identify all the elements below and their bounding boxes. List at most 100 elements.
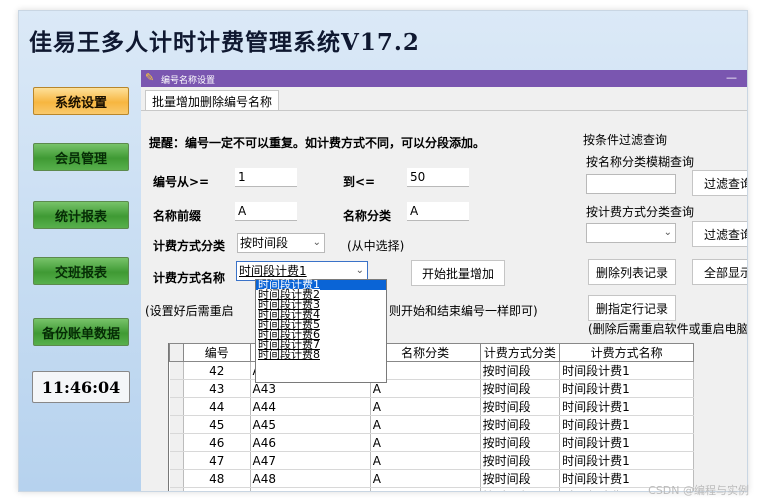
reminder-text: 提醒：编号一定不可以重复。如计费方式不同，可以分段添加。 [149,136,486,150]
table-row[interactable]: 43 A43 A 按时间段 时间段计费1 [169,379,694,398]
dialog-title: 编号名称设置 [161,76,216,86]
chevron-down-icon: ⌄ [663,227,672,238]
cell-billing-mode[interactable]: 按时间段 [480,451,561,470]
filter-query-button-2[interactable]: 过滤查询 [692,221,747,247]
cell-billing-name[interactable]: 时间段计费1 [559,361,694,380]
cell-name[interactable]: A44 [250,397,371,416]
cell-billing-mode[interactable]: 按时间段 [480,469,561,488]
cell-number[interactable]: 47 [183,451,251,470]
from-number-input[interactable]: 1 [235,168,297,187]
name-category-input[interactable]: A [407,202,469,221]
table-row[interactable]: 44 A44 A 按时间段 时间段计费1 [169,397,694,416]
sidebar-item-shift-report[interactable]: 交班报表 [33,257,129,285]
row-header[interactable] [169,487,184,491]
row-header-corner [169,343,184,362]
cell-number[interactable]: 42 [183,361,251,380]
billing-mode-label: 计费方式分类 [153,239,226,253]
cell-billing-name[interactable]: 时间段计费1 [559,415,694,434]
cell-billing-name[interactable]: 时间段计费1 [559,379,694,398]
cell-number[interactable]: 45 [183,415,251,434]
cell-name[interactable]: A47 [250,451,371,470]
cell-name[interactable]: A46 [250,433,371,452]
cell-billing-name[interactable]: 时间段计费1 [559,451,694,470]
row-header[interactable] [169,361,184,380]
watermark: CSDN @编程与实例 [648,484,749,497]
delete-list-records-button[interactable]: 删除列表记录 [588,259,676,285]
show-all-button[interactable]: 全部显示 [692,259,747,285]
app-icon: ✎ [145,71,155,84]
row-header[interactable] [169,379,184,398]
table-row[interactable]: 48 A48 A 按时间段 时间段计费1 [169,469,694,488]
chevron-down-icon: ⌄ [355,265,364,276]
table-row[interactable]: 42A42A按时间段时间段计费1 [169,361,694,380]
chevron-down-icon: ⌄ [312,237,321,248]
row-header[interactable] [169,415,184,434]
column-header-number[interactable]: 编号 [182,343,251,362]
billing-mode-hint: (从中选择) [347,239,405,253]
cell-number[interactable]: 43 [183,379,251,398]
table-row[interactable]: 46 A46 A 按时间段 时间段计费1 [169,433,694,452]
dropdown-option[interactable]: 时间段计费8 [256,349,386,360]
row-header[interactable] [169,433,184,452]
billing-name-dropdown-list[interactable]: 时间段计费1 时间段计费2 时间段计费3 时间段计费4 时间段计费5 时间段计费6 时间段计… [255,279,387,383]
category-filter-input[interactable] [586,174,676,194]
minimize-button[interactable]: — [726,71,737,84]
table-row[interactable]: 49A49A按时间段时间段计费1 [169,487,694,491]
start-batch-add-button[interactable]: 开始批量增加 [411,260,505,286]
restart-note: (删除后需重启软件或重启电脑 [588,322,747,336]
number-name-table[interactable]: 编号 名称 名称分类 计费方式分类 计费方式名称 42A42A按时间段时间段计费… [168,343,694,491]
table-header-row: 编号 名称 名称分类 计费方式分类 计费方式名称 [169,343,694,362]
cell-name[interactable]: A48 [250,469,371,488]
prefix-label: 名称前缀 [153,209,202,223]
to-number-input[interactable]: 50 [407,168,469,187]
filter-by-category-label: 按名称分类模糊查询 [586,155,695,169]
filter-query-button-1[interactable]: 过滤查询 [692,170,747,196]
billing-mode-filter-select[interactable]: ⌄ [586,223,676,243]
sidebar-item-backup-bills[interactable]: 备份账单数据 [33,318,129,346]
cell-name[interactable]: A49 [250,487,371,491]
sidebar-item-statistics-report[interactable]: 统计报表 [33,201,129,229]
row-header[interactable] [169,451,184,470]
note-right: 号，则开始和结束编号一样即可) [365,304,538,318]
cell-category[interactable]: A [370,487,481,491]
column-header-billing-mode[interactable]: 计费方式分类 [479,343,561,362]
sidebar-item-member-management[interactable]: 会员管理 [33,143,129,171]
cell-billing-mode[interactable]: 按时间段 [480,397,561,416]
app-title: 佳易王多人计时计费管理系统V17.2 [29,29,420,56]
table-row[interactable]: 47 A47 A 按时间段 时间段计费1 [169,451,694,470]
cell-name[interactable]: A45 [250,415,371,434]
dialog-titlebar: ✎ 编号名称设置 — [141,70,747,87]
sidebar-item-system-settings[interactable]: 系统设置 [33,87,129,115]
cell-category[interactable]: A [370,415,481,434]
clock-display: 11:46:04 [32,371,130,403]
note-left: (设置好后需重启 [145,304,234,318]
number-name-settings-dialog: ✎ 编号名称设置 — 批量增加删除编号名称 提醒：编号一定不可以重复。如计费方式… [141,70,747,491]
cell-billing-mode[interactable]: 按时间段 [480,379,561,398]
cell-number[interactable]: 46 [183,433,251,452]
cell-billing-mode[interactable]: 按时间段 [480,433,561,452]
row-header[interactable] [169,397,184,416]
billing-mode-select[interactable]: 按时间段 ⌄ [237,233,325,253]
cell-billing-mode[interactable]: 按时间段 [480,415,561,434]
row-header[interactable] [169,469,184,488]
filter-by-mode-label: 按计费方式分类查询 [586,205,695,219]
table-row[interactable]: 45 A45 A 按时间段 时间段计费1 [169,415,694,434]
cell-category[interactable]: A [370,397,481,416]
name-prefix-input[interactable]: A [235,202,297,221]
category-label: 名称分类 [343,209,392,223]
cell-billing-mode[interactable]: 按时间段 [480,361,561,380]
cell-category[interactable]: A [370,433,481,452]
cell-billing-mode[interactable]: 按时间段 [480,487,561,491]
cell-category[interactable]: A [370,469,481,488]
delete-row-record-button[interactable]: 删指定行记录 [588,295,676,321]
cell-number[interactable]: 44 [183,397,251,416]
tab-batch-add-delete[interactable]: 批量增加删除编号名称 [145,90,280,111]
cell-billing-name[interactable]: 时间段计费1 [559,397,694,416]
app-window: 佳易王多人计时计费管理系统V17.2 系统设置 会员管理 统计报表 交班报表 备… [18,10,748,492]
cell-billing-name[interactable]: 时间段计费1 [559,433,694,452]
cell-number[interactable]: 48 [183,469,251,488]
billing-mode-value: 按时间段 [240,236,289,250]
column-header-billing-name[interactable]: 计费方式名称 [559,343,694,362]
cell-number[interactable]: 49 [183,487,251,491]
cell-category[interactable]: A [370,451,481,470]
